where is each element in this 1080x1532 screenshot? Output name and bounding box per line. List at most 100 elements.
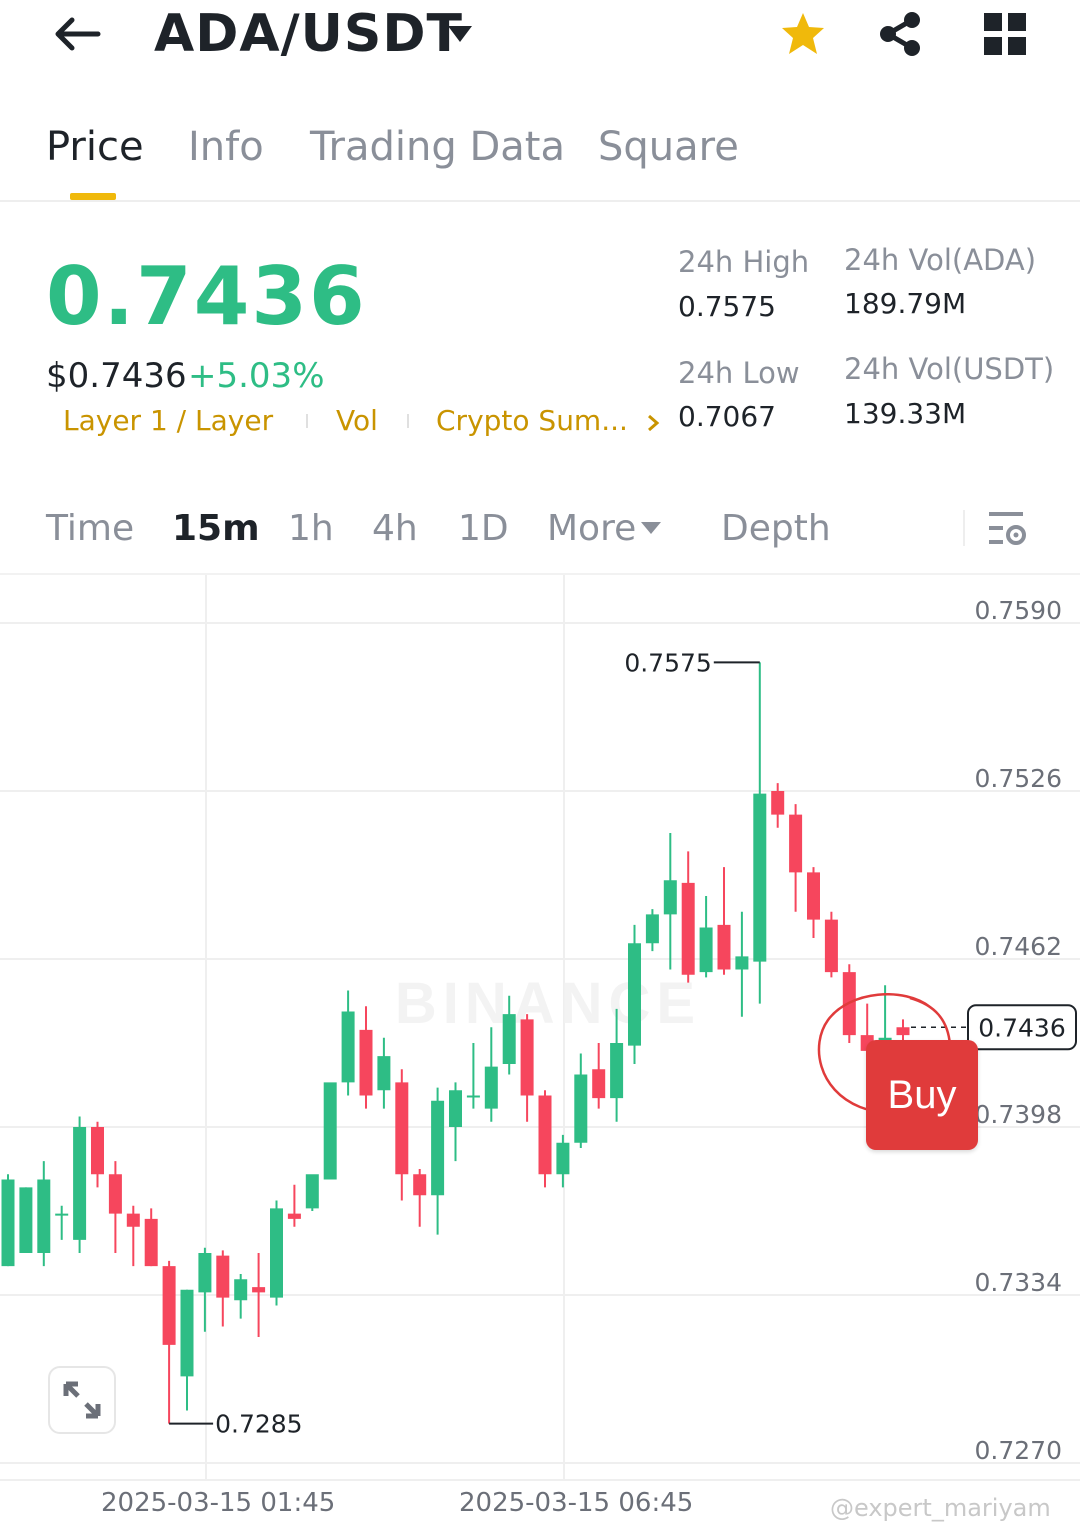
back-button[interactable]	[48, 12, 104, 56]
tabs-divider	[0, 200, 1080, 202]
candle-body	[198, 1253, 212, 1293]
expand-button[interactable]	[48, 1366, 116, 1434]
tab-square[interactable]: Square	[598, 124, 739, 170]
candle-body	[484, 1066, 498, 1109]
y-tick-label: 0.7334	[975, 1268, 1062, 1297]
change-percent: +5.03%	[188, 356, 325, 396]
interval-1h[interactable]: 1h	[288, 508, 334, 549]
y-tick-label: 0.7526	[975, 764, 1062, 793]
vol-base-label: 24h Vol(ADA)	[844, 243, 1037, 277]
candle-body	[216, 1255, 230, 1298]
candle-body	[108, 1174, 122, 1214]
candle-body	[771, 791, 785, 815]
x-tick-label: 2025-03-15 01:45	[101, 1488, 336, 1518]
candle-body	[610, 1043, 624, 1099]
candle-body	[807, 872, 820, 920]
caret-down-icon[interactable]	[446, 24, 474, 48]
candle-body	[252, 1287, 266, 1293]
candle-body	[341, 1011, 355, 1083]
candle-body	[592, 1069, 606, 1099]
buy-button-label: Buy	[887, 1073, 957, 1117]
high-marker-label: 0.7575	[624, 648, 711, 677]
current-price-label: 0.7436	[978, 1013, 1065, 1042]
candle-body	[896, 1027, 910, 1036]
candle-body	[377, 1056, 391, 1091]
candle-body	[735, 956, 749, 970]
candle-body	[359, 1029, 373, 1096]
chart-settings-button[interactable]	[989, 510, 1029, 548]
candle-body	[270, 1208, 283, 1298]
candle-body	[180, 1289, 194, 1377]
candle-body	[753, 793, 767, 962]
grid-icon	[984, 13, 1026, 55]
interval-separator	[963, 510, 965, 546]
high-value: 0.7575	[678, 290, 776, 323]
y-tick-label: 0.7270	[975, 1436, 1062, 1465]
candle-body	[234, 1279, 248, 1301]
candle-body	[717, 924, 731, 970]
star-icon	[782, 13, 824, 54]
share-button[interactable]	[876, 10, 924, 58]
tag-separator	[407, 414, 409, 428]
chart-settings-icon	[989, 512, 1026, 545]
vol-quote-label: 24h Vol(USDT)	[844, 352, 1055, 386]
high-label: 24h High	[678, 245, 810, 279]
interval-more[interactable]: More	[547, 508, 636, 549]
interval-depth[interactable]: Depth	[721, 508, 831, 549]
tag-separator	[306, 414, 308, 428]
interval-15m[interactable]: 15m	[172, 508, 260, 549]
vol-quote-value: 139.33M	[844, 397, 967, 430]
usd-price: $0.7436	[46, 356, 187, 396]
menu-button[interactable]	[984, 13, 1026, 55]
share-icon	[880, 12, 920, 56]
last-price: 0.7436	[46, 250, 367, 343]
tag-vol[interactable]: Vol	[336, 404, 378, 437]
candle-body	[449, 1090, 462, 1127]
candle-body	[502, 1014, 516, 1064]
chart-watermark: BINANCE	[395, 971, 701, 1036]
chevron-right-icon[interactable]	[645, 413, 661, 437]
low-label: 24h Low	[678, 356, 800, 390]
vol-base-value: 189.79M	[844, 287, 967, 320]
candle-body	[645, 914, 659, 944]
tab-price[interactable]: Price	[46, 124, 144, 170]
candle-body	[413, 1174, 427, 1196]
expand-icon	[63, 1381, 101, 1419]
candle-body	[699, 927, 713, 973]
y-tick-label: 0.7462	[975, 932, 1062, 961]
y-tick-label: 0.7590	[975, 596, 1062, 625]
favorite-button[interactable]	[779, 10, 827, 58]
candle-body	[574, 1074, 588, 1143]
low-value: 0.7067	[678, 400, 776, 433]
candle-body	[91, 1127, 104, 1175]
pair-title[interactable]: ADA/USDT	[154, 4, 463, 64]
tag-crypto-sum[interactable]: Crypto Sum...	[436, 404, 628, 437]
more-caret-down-icon[interactable]	[640, 520, 662, 539]
candle-body	[431, 1100, 445, 1196]
candle-body	[663, 880, 677, 915]
interval-1d[interactable]: 1D	[458, 508, 509, 549]
author-watermark: @expert_mariyam	[830, 1494, 1051, 1522]
x-tick-label: 2025-03-15 06:45	[459, 1488, 694, 1518]
candle-body	[466, 1095, 480, 1098]
buy-button[interactable]: Buy	[866, 1040, 978, 1150]
low-marker-label: 0.7285	[215, 1410, 302, 1439]
candle-body	[556, 1142, 570, 1175]
candle-body	[55, 1213, 69, 1216]
candle-body	[323, 1082, 337, 1180]
candle-body	[1, 1179, 15, 1267]
candle-body	[395, 1082, 409, 1175]
candle-body	[126, 1213, 140, 1227]
interval-time[interactable]: Time	[46, 508, 134, 549]
candle-body	[538, 1095, 552, 1175]
candle-body	[628, 943, 641, 1046]
candle-body	[144, 1218, 158, 1267]
candle-body	[73, 1127, 87, 1240]
interval-4h[interactable]: 4h	[372, 508, 418, 549]
active-tab-indicator	[70, 193, 116, 200]
y-tick-label: 0.7398	[975, 1100, 1062, 1129]
tab-info[interactable]: Info	[188, 124, 264, 170]
tag-layer[interactable]: Layer 1 / Layer	[63, 404, 273, 437]
tab-trading-data[interactable]: Trading Data	[310, 124, 565, 170]
candle-body	[824, 919, 838, 973]
